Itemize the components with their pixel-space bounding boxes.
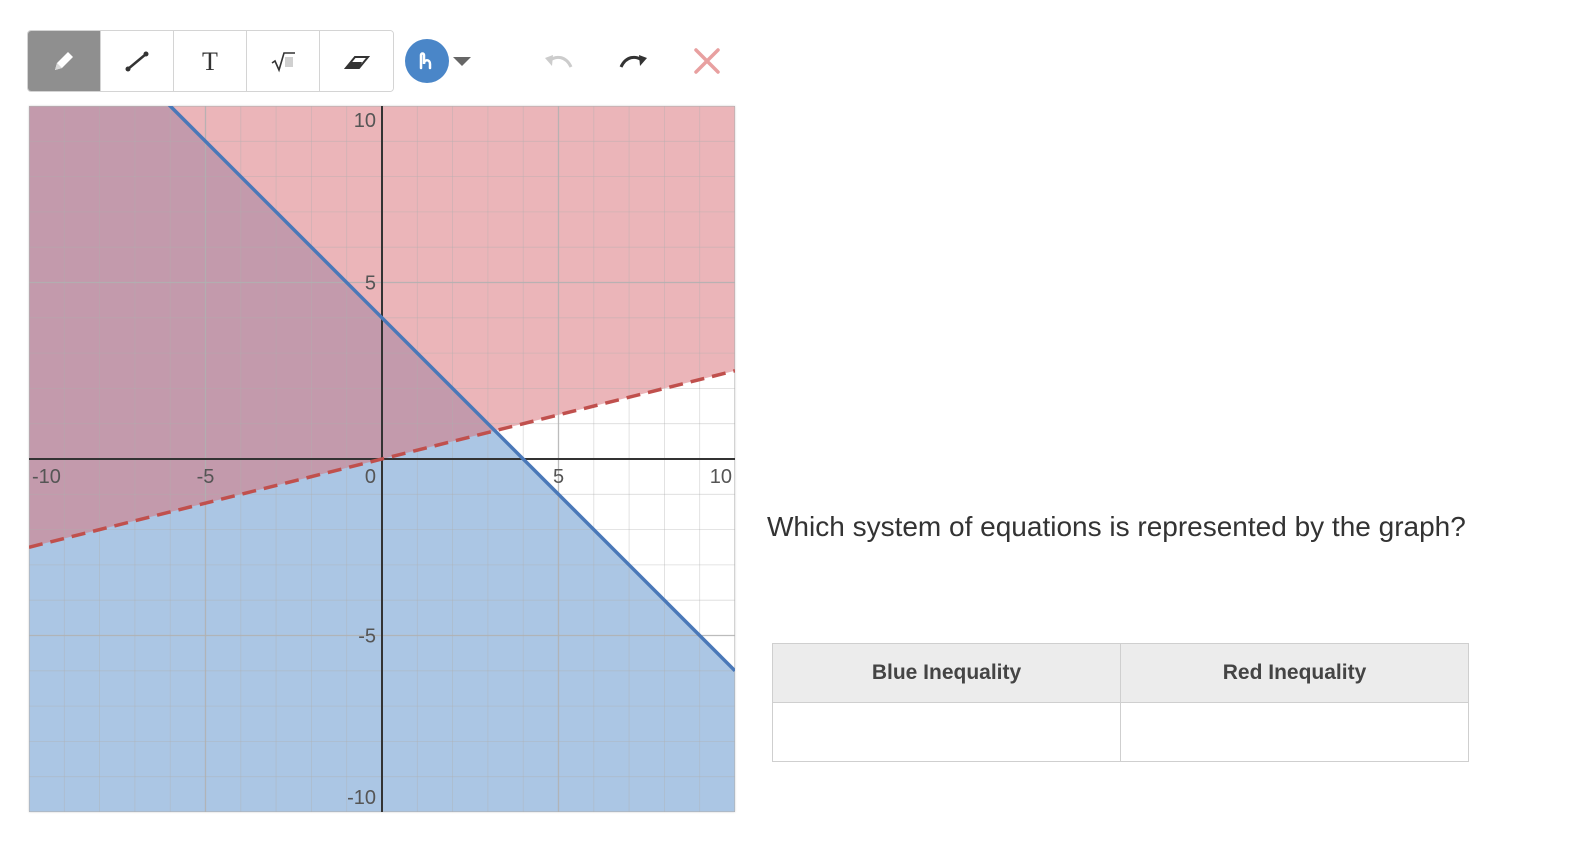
x-tick-label: -10 [32, 466, 61, 488]
y-tick-label: 10 [354, 110, 376, 132]
sqrt-icon [271, 52, 295, 73]
y-tick-label: -10 [347, 787, 376, 809]
color-picker[interactable] [405, 39, 475, 83]
coordinate-graph[interactable]: -10 -5 0 5 10 10 5 -5 -10 [29, 106, 735, 812]
chevron-down-icon[interactable] [449, 51, 475, 71]
red-inequality-cell[interactable] [1120, 702, 1469, 762]
line-tool-button[interactable] [101, 31, 174, 91]
drawing-toolbar: T [27, 30, 729, 92]
x-tick-label: -5 [197, 466, 215, 488]
graph-canvas[interactable]: -10 -5 0 5 10 10 5 -5 -10 [29, 106, 735, 812]
blue-inequality-header: Blue Inequality [772, 643, 1121, 703]
answer-table: Blue Inequality Red Inequality [772, 643, 1469, 762]
redo-button[interactable] [611, 39, 655, 83]
color-swatch[interactable] [405, 39, 449, 83]
pencil-icon [55, 52, 73, 70]
line-icon [125, 51, 149, 72]
text-icon: T [202, 47, 218, 76]
pencil-tool-button[interactable] [28, 31, 101, 91]
close-icon [694, 48, 720, 74]
undo-button[interactable] [537, 39, 581, 83]
text-tool-button[interactable]: T [174, 31, 247, 91]
y-tick-label: -5 [358, 626, 376, 648]
stroke-icon [419, 52, 432, 70]
eraser-tool-button[interactable] [320, 31, 393, 91]
x-tick-label: 10 [710, 466, 732, 488]
red-inequality-header: Red Inequality [1120, 643, 1469, 703]
math-tool-button[interactable] [247, 31, 320, 91]
eraser-icon [343, 56, 370, 69]
blue-inequality-cell[interactable] [772, 702, 1121, 762]
question-text: Which system of equations is represented… [767, 511, 1466, 542]
clear-button[interactable] [685, 39, 729, 83]
x-tick-label: 5 [553, 466, 564, 488]
undo-icon [545, 55, 573, 68]
redo-icon [619, 55, 647, 68]
tool-group: T [27, 30, 394, 92]
y-tick-label: 5 [365, 273, 376, 295]
x-tick-label: 0 [365, 466, 376, 488]
svg-text:T: T [202, 47, 218, 76]
